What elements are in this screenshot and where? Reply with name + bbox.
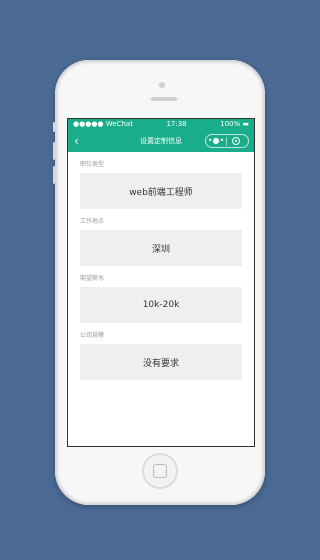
battery-indicator: 100% ▬ [220, 120, 249, 128]
mute-switch [53, 122, 55, 132]
volume-down-button [53, 166, 55, 184]
more-dots-icon[interactable]: •●• [206, 135, 226, 147]
capsule-divider [226, 136, 227, 146]
earpiece-speaker [151, 97, 177, 101]
close-circle-icon[interactable] [232, 137, 240, 145]
job-type-label: 职位类型 [80, 161, 105, 168]
volume-up-button [53, 142, 55, 160]
home-button[interactable] [142, 453, 178, 489]
work-location-label: 工作地点 [80, 218, 105, 225]
miniprogram-capsule: •●• [205, 134, 249, 148]
status-time: 17:38 [166, 120, 187, 128]
company-size-label: 公司规模 [80, 332, 105, 339]
page-title: 设置定制信息 [140, 137, 182, 145]
job-type-field[interactable]: web前端工程师 [80, 173, 242, 209]
phone-screen: ●●●●● WeChat 17:38 100% ▬ ‹ 设置定制信息 •●• 职… [67, 118, 255, 447]
status-bar: ●●●●● WeChat 17:38 100% ▬ [68, 119, 254, 130]
front-camera [159, 82, 165, 88]
expected-salary-label: 期望薪水 [80, 275, 105, 282]
expected-salary-field[interactable]: 10k-20k [80, 287, 242, 323]
work-location-field[interactable]: 深圳 [80, 230, 242, 266]
phone-frame: ●●●●● WeChat 17:38 100% ▬ ‹ 设置定制信息 •●• 职… [53, 60, 265, 505]
form-content: 职位类型 web前端工程师 工作地点 深圳 期望薪水 10k-20k 公司规模 … [68, 160, 254, 380]
carrier-signal: ●●●●● WeChat [73, 120, 133, 128]
back-arrow-icon[interactable]: ‹ [74, 134, 79, 148]
company-size-field[interactable]: 没有要求 [80, 344, 242, 380]
navigation-bar: ‹ 设置定制信息 •●• [68, 130, 254, 152]
